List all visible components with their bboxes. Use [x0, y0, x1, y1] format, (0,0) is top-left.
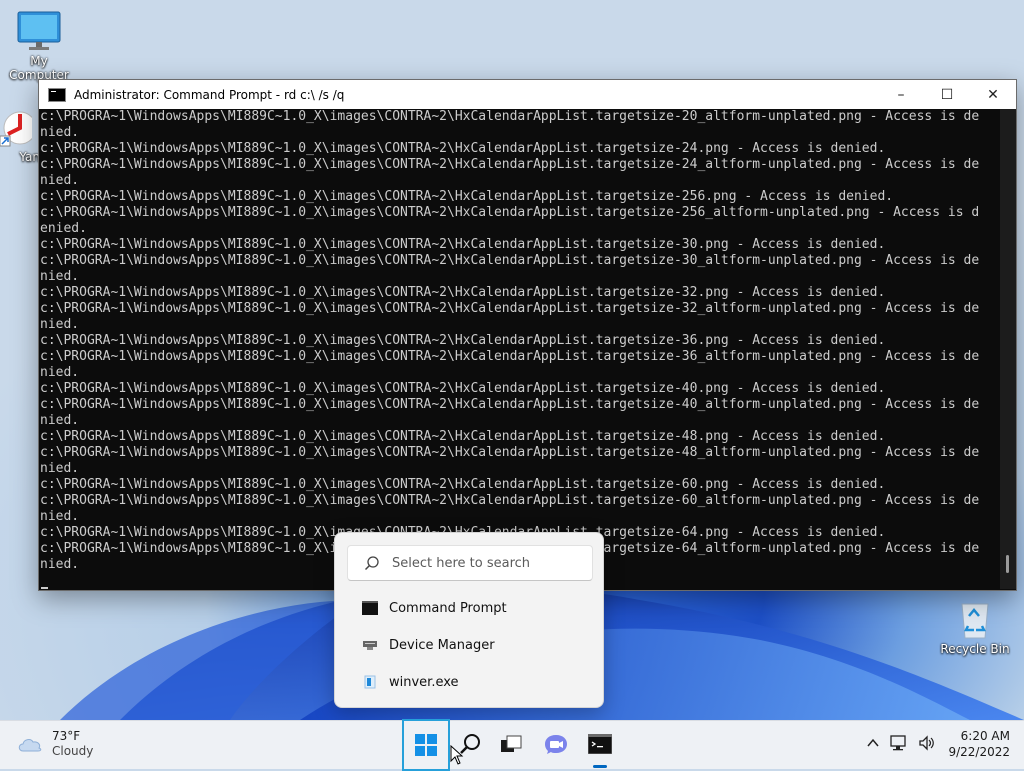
result-winver[interactable]: winver.exe — [347, 667, 591, 697]
weather-temperature: 73°F — [52, 729, 81, 743]
clock-time: 6:20 AM — [960, 729, 1010, 743]
console-line: c:\PROGRA~1\WindowsApps\MI889C~1.0_X\ima… — [40, 237, 886, 252]
console-line: nied. — [40, 509, 80, 524]
console-line: nied. — [40, 413, 80, 428]
console-line: c:\PROGRA~1\WindowsApps\MI889C~1.0_X\ima… — [40, 285, 886, 300]
maximize-button[interactable]: ☐ — [924, 80, 970, 109]
task-view-icon — [501, 735, 522, 752]
chat-icon — [545, 735, 567, 754]
console-line: c:\PROGRA~1\WindowsApps\MI889C~1.0_X\ima… — [40, 349, 980, 364]
chevron-up-icon[interactable] — [866, 736, 880, 750]
command-prompt-taskbar-button[interactable] — [578, 722, 622, 766]
console-output[interactable]: c:\PROGRA~1\WindowsApps\MI889C~1.0_X\ima… — [39, 109, 1000, 589]
cloud-icon — [18, 739, 42, 752]
window-title: Administrator: Command Prompt - rd c:\ /… — [74, 87, 345, 102]
console-line: c:\PROGRA~1\WindowsApps\MI889C~1.0_X\ima… — [40, 109, 980, 124]
console-line: c:\PROGRA~1\WindowsApps\MI889C~1.0_X\ima… — [40, 189, 894, 204]
task-view-button[interactable] — [489, 722, 533, 766]
clock[interactable]: 6:20 AM 9/22/2022 — [948, 728, 1010, 760]
start-button[interactable] — [402, 719, 450, 771]
minimize-button[interactable]: – — [878, 80, 924, 109]
monitor-icon — [17, 11, 61, 50]
console-line: c:\PROGRA~1\WindowsApps\MI889C~1.0_X\ima… — [40, 477, 886, 492]
command-prompt-icon — [48, 87, 66, 102]
result-device-manager[interactable]: Device Manager — [347, 630, 591, 660]
console-line: c:\PROGRA~1\WindowsApps\MI889C~1.0_X\ima… — [40, 445, 980, 460]
desktop-icon-label: Yan — [19, 150, 40, 164]
mouse-pointer-icon — [450, 745, 464, 765]
console-line: c:\PROGRA~1\WindowsApps\MI889C~1.0_X\ima… — [40, 429, 886, 444]
weather-widget[interactable]: 73°F Cloudy — [16, 729, 93, 759]
console-line: c:\PROGRA~1\WindowsApps\MI889C~1.0_X\ima… — [40, 493, 980, 508]
shortcut-icon — [0, 111, 32, 147]
system-tray — [866, 735, 936, 751]
clock-date: 9/22/2022 — [948, 745, 1010, 759]
close-button[interactable]: ✕ — [970, 80, 1016, 109]
weather-condition: Cloudy — [52, 744, 94, 758]
command-prompt-window[interactable]: Administrator: Command Prompt - rd c:\ /… — [38, 79, 1017, 591]
result-command-prompt[interactable]: Command Prompt — [347, 593, 591, 623]
console-line: c:\PROGRA~1\WindowsApps\MI889C~1.0_X\ima… — [40, 157, 980, 172]
console-line: nied. — [40, 365, 80, 380]
console-line: c:\PROGRA~1\WindowsApps\MI889C~1.0_X\ima… — [40, 253, 980, 268]
console-line: c:\PROGRA~1\WindowsApps\MI889C~1.0_X\ima… — [40, 301, 980, 316]
window-titlebar[interactable]: Administrator: Command Prompt - rd c:\ /… — [39, 80, 1016, 109]
window-controls: – ☐ ✕ — [878, 80, 1016, 109]
desktop-icon-my-computer[interactable]: My Computer — [0, 10, 78, 82]
scrollbar-thumb[interactable] — [1006, 555, 1009, 573]
text-cursor — [41, 587, 48, 589]
search-icon — [364, 556, 379, 571]
console-line: c:\PROGRA~1\WindowsApps\MI889C~1.0_X\ima… — [40, 205, 980, 220]
console-line: nied. — [40, 173, 80, 188]
search-input[interactable] — [390, 554, 584, 572]
recycle-bin-icon — [961, 603, 989, 639]
console-line: c:\PROGRA~1\WindowsApps\MI889C~1.0_X\ima… — [40, 397, 980, 412]
winver-icon — [361, 675, 379, 689]
chat-button[interactable] — [534, 722, 578, 766]
desktop-icon-yan[interactable]: Yan — [0, 108, 40, 164]
network-icon[interactable] — [890, 735, 908, 751]
command-prompt-icon — [588, 734, 612, 754]
result-label: Command Prompt — [389, 600, 507, 616]
desktop-icon-label: My Computer — [9, 54, 69, 82]
search-box[interactable] — [347, 545, 593, 581]
console-line: nied. — [40, 461, 80, 476]
result-label: Device Manager — [389, 637, 495, 653]
volume-icon[interactable] — [918, 735, 936, 751]
console-line: nied. — [40, 317, 80, 332]
console-line: enied. — [40, 221, 87, 236]
console-line: nied. — [40, 269, 80, 284]
console-line: c:\PROGRA~1\WindowsApps\MI889C~1.0_X\ima… — [40, 333, 886, 348]
device-manager-icon — [361, 638, 379, 652]
taskbar: 73°F Cloudy 6:20 AM 9/22/2022 — [0, 719, 1024, 771]
desktop-icon-recycle-bin[interactable]: Recycle Bin — [936, 598, 1014, 656]
command-prompt-icon — [361, 601, 379, 615]
result-label: winver.exe — [389, 674, 459, 690]
console-line: nied. — [40, 125, 80, 140]
start-search-popup: Command Prompt Device Manager winver.exe — [334, 532, 604, 708]
start-icon — [415, 734, 437, 756]
console-scrollbar[interactable] — [1000, 109, 1016, 589]
console-line: c:\PROGRA~1\WindowsApps\MI889C~1.0_X\ima… — [40, 381, 886, 396]
desktop-icon-label: Recycle Bin — [940, 642, 1010, 656]
console-line: c:\PROGRA~1\WindowsApps\MI889C~1.0_X\ima… — [40, 141, 886, 156]
